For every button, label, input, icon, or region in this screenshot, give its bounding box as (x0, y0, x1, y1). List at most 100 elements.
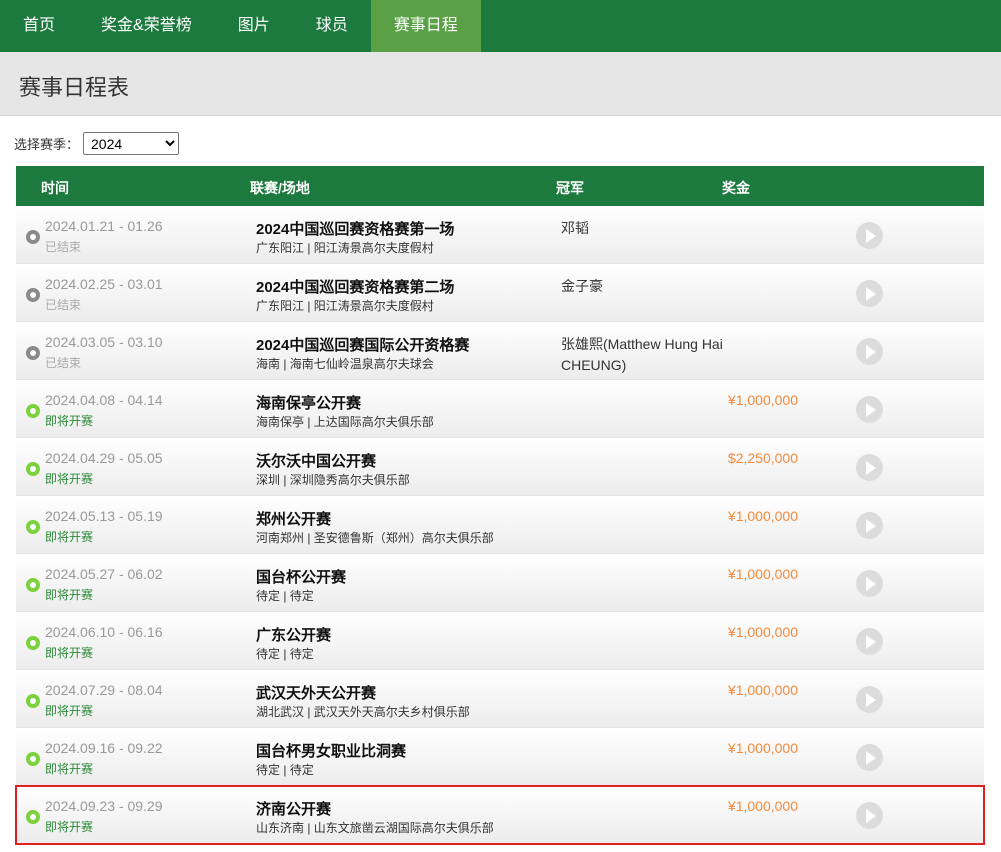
status-dot-icon (26, 230, 40, 244)
event-venue: 海南 | 海南七仙岭温泉高尔夫球会 (256, 357, 434, 371)
event-date: 2024.05.13 - 05.19 (45, 508, 163, 524)
event-venue: 待定 | 待定 (256, 763, 314, 777)
nav-prize-honors[interactable]: 奖金&荣誉榜 (78, 0, 215, 52)
header-event-venue: 联赛/场地 (250, 180, 310, 196)
event-champion: 张雄熙(Matthew Hung Hai CHEUNG) (561, 336, 723, 373)
event-date: 2024.05.27 - 06.02 (45, 566, 163, 582)
event-status: 即将开赛 (45, 530, 94, 544)
nav-schedule[interactable]: 赛事日程 (370, 0, 481, 52)
event-prize: ¥1,000,000 (727, 682, 798, 698)
schedule-table: 时间 联赛/场地 冠军 奖金 2024.01.21 - 01.26 已结束 2024… (15, 166, 985, 845)
event-status: 即将开赛 (45, 414, 94, 428)
event-venue: 待定 | 待定 (256, 647, 314, 661)
play-icon[interactable] (856, 512, 883, 539)
header-champion: 冠军 (556, 180, 584, 196)
event-name-link[interactable]: 济南公开赛 (256, 798, 331, 819)
season-selector: 选择赛季： 2024 (14, 132, 180, 155)
event-name-link[interactable]: 2024中国巡回赛资格赛第一场 (256, 218, 454, 239)
table-row[interactable]: 2024.04.08 - 04.14 即将开赛 海南保亭公开赛 海南保亭 | 上达国际… (16, 380, 984, 438)
event-status: 已结束 (45, 298, 82, 312)
event-name-link[interactable]: 2024中国巡回赛资格赛第二场 (256, 276, 454, 297)
table-row[interactable]: 2024.07.29 - 08.04 即将开赛 武汉天外天公开赛湖北武汉 | 武汉天… (16, 670, 984, 728)
event-name-link[interactable]: 沃尔沃中国公开赛 (256, 450, 376, 471)
event-venue: 河南郑州 | 圣安德鲁斯（郑州）高尔夫俱乐部 (256, 531, 494, 545)
play-icon[interactable] (856, 570, 883, 597)
table-row[interactable]: 2024.06.10 - 06.16 即将开赛 广东公开赛待定 | 待定 ¥1,000… (16, 612, 984, 670)
event-name-link[interactable]: 武汉天外天公开赛 (256, 682, 376, 703)
table-row[interactable]: 2024.03.05 - 03.10 已结束 2024中国巡回赛国际公开资格赛海南 … (16, 322, 984, 380)
event-prize: $2,250,000 (727, 450, 798, 466)
status-dot-icon (26, 694, 40, 708)
event-date: 2024.04.29 - 05.05 (45, 450, 163, 466)
status-dot-icon (26, 404, 40, 418)
event-status: 即将开赛 (45, 820, 94, 834)
page-header: 赛事日程表 (0, 52, 1001, 116)
nav-home[interactable]: 首页 (0, 0, 78, 52)
season-label: 选择赛季： (14, 137, 80, 152)
status-dot-icon (26, 520, 40, 534)
table-row[interactable]: 2024.04.29 - 05.05 即将开赛 沃尔沃中国公开赛深圳 | 深圳隐秀高… (16, 438, 984, 496)
event-venue: 待定 | 待定 (256, 589, 314, 603)
table-row[interactable]: 2024.05.13 - 05.19 即将开赛 郑州公开赛河南郑州 | 圣安德鲁斯（… (16, 496, 984, 554)
event-venue: 深圳 | 深圳隐秀高尔夫俱乐部 (256, 473, 410, 487)
table-row[interactable]: 2024.02.25 - 03.01 已结束 2024中国巡回赛资格赛第二场广东阳江… (16, 264, 984, 322)
table-row[interactable]: 2024.05.27 - 06.02 即将开赛 国台杯公开赛待定 | 待定 ¥1,00… (16, 554, 984, 612)
event-name-link[interactable]: 国台杯公开赛 (256, 566, 346, 587)
event-date: 2024.06.10 - 06.16 (45, 624, 163, 640)
status-dot-icon (26, 578, 40, 592)
event-date: 2024.09.23 - 09.29 (45, 798, 163, 814)
status-dot-icon (26, 288, 40, 302)
play-icon[interactable] (856, 744, 883, 771)
table-row[interactable]: 2024.01.21 - 01.26 已结束 2024中国巡回赛资格赛第一场 广东阳江… (16, 206, 984, 264)
nav-photos[interactable]: 图片 (215, 0, 293, 52)
status-dot-icon (26, 752, 40, 766)
play-icon[interactable] (856, 338, 883, 365)
season-select[interactable]: 2024 (83, 132, 180, 155)
event-date: 2024.02.25 - 03.01 (45, 276, 163, 292)
event-prize: ¥1,000,000 (727, 740, 798, 756)
event-status: 已结束 (45, 356, 82, 370)
event-status: 已结束 (45, 240, 82, 254)
table-row[interactable]: 2024.09.16 - 09.22 即将开赛 国台杯男女职业比洞赛待定 | 待定 ¥… (16, 728, 984, 786)
nav-players[interactable]: 球员 (293, 0, 371, 52)
event-prize: ¥1,000,000 (727, 624, 798, 640)
event-name-link[interactable]: 海南保亭公开赛 (256, 392, 361, 413)
table-body: 2024.01.21 - 01.26 已结束 2024中国巡回赛资格赛第一场广东阳江… (15, 206, 985, 845)
event-status: 即将开赛 (45, 646, 94, 660)
play-icon[interactable] (856, 686, 883, 713)
event-date: 2024.09.16 - 09.22 (45, 740, 163, 756)
play-icon[interactable] (856, 396, 883, 423)
status-dot-icon (26, 462, 40, 476)
event-date: 2024.03.05 - 03.10 (45, 334, 163, 350)
page-title: 赛事日程表 (19, 75, 130, 100)
event-venue: 湖北武汉 | 武汉天外天高尔夫乡村俱乐部 (256, 705, 470, 719)
play-icon[interactable] (856, 628, 883, 655)
event-name-link[interactable]: 2024中国巡回赛国际公开资格赛 (256, 334, 469, 355)
event-status: 即将开赛 (45, 472, 94, 486)
status-dot-icon (26, 346, 40, 360)
event-champion: 邓韬 (561, 220, 589, 236)
play-icon[interactable] (856, 222, 883, 249)
event-venue: 广东阳江 | 阳江涛景高尔夫度假村 (256, 299, 434, 313)
play-icon[interactable] (856, 454, 883, 481)
event-status: 即将开赛 (45, 762, 94, 776)
header-time: 时间 (41, 180, 69, 196)
event-venue: 山东济南 | 山东文旅凿云湖国际高尔夫俱乐部 (256, 821, 494, 835)
event-prize: ¥1,000,000 (727, 566, 798, 582)
event-name-link[interactable]: 国台杯男女职业比洞赛 (256, 740, 406, 761)
status-dot-icon (26, 810, 40, 824)
event-prize: ¥1,000,000 (727, 392, 798, 408)
event-name-link[interactable]: 郑州公开赛 (256, 508, 331, 529)
event-date: 2024.04.08 - 04.14 (45, 392, 163, 408)
event-status: 即将开赛 (45, 588, 94, 602)
table-row[interactable]: 2024.09.23 - 09.29 即将开赛 济南公开赛山东济南 | 山东文旅凿云… (15, 785, 985, 845)
play-icon[interactable] (856, 280, 883, 307)
event-prize: ¥1,000,000 (727, 508, 798, 524)
event-champion: 金子豪 (561, 278, 603, 294)
status-dot-icon (26, 636, 40, 650)
event-name-link[interactable]: 广东公开赛 (256, 624, 331, 645)
event-date: 2024.01.21 - 01.26 (45, 218, 163, 234)
play-icon[interactable] (856, 802, 883, 829)
event-status: 即将开赛 (45, 704, 94, 718)
event-date: 2024.07.29 - 08.04 (45, 682, 163, 698)
